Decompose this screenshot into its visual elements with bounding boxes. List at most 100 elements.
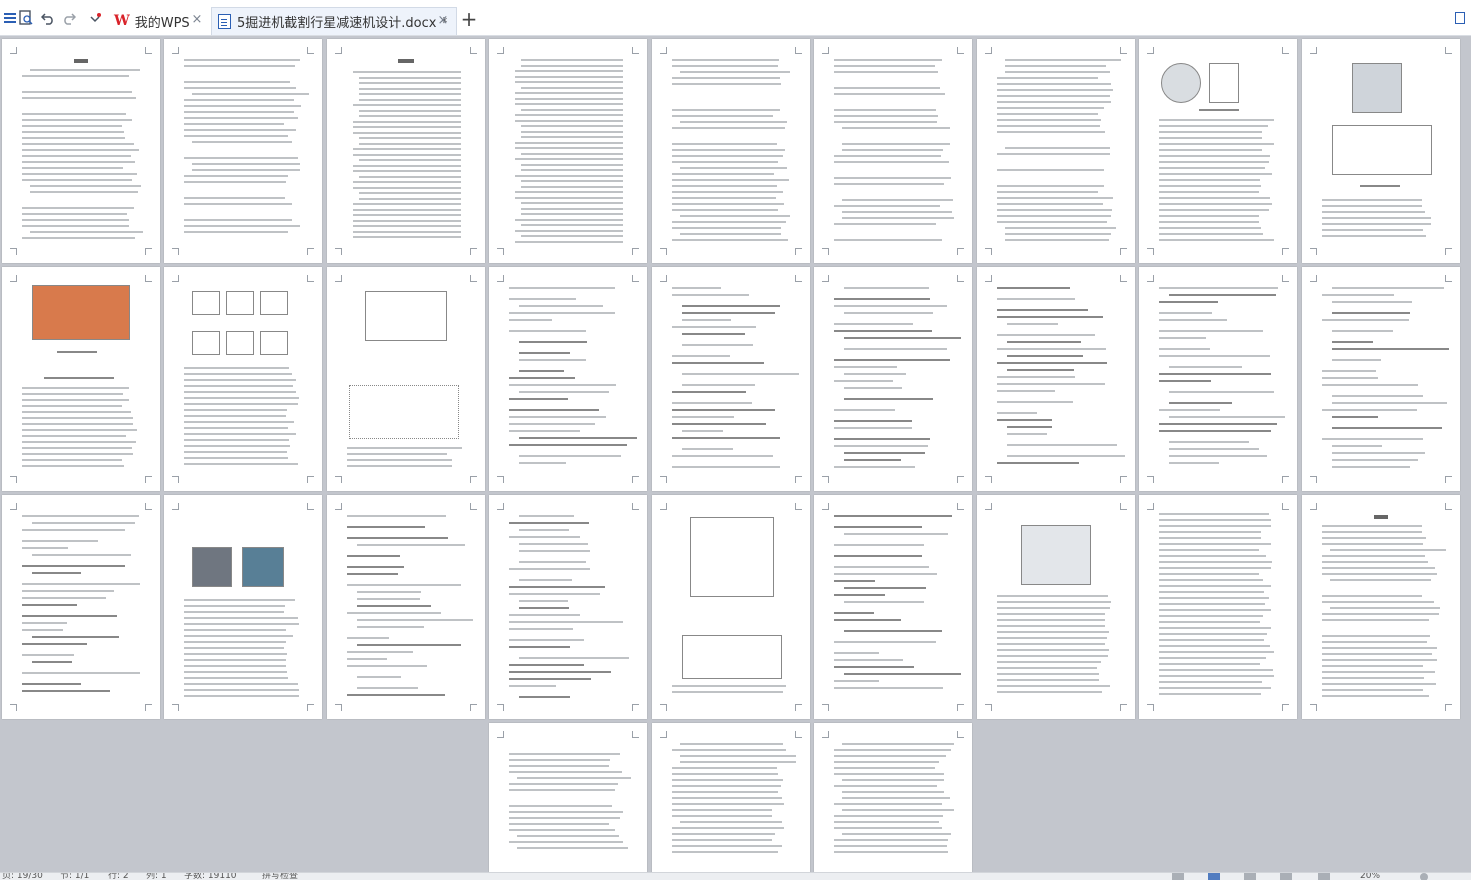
text-line	[834, 438, 930, 440]
page-thumbnail[interactable]	[164, 39, 322, 263]
page-thumbnail[interactable]	[1302, 495, 1460, 719]
page-thumbnail[interactable]	[652, 495, 810, 719]
text-line	[1159, 519, 1271, 521]
page-thumbnail[interactable]	[2, 495, 160, 719]
page-thumbnail[interactable]	[1139, 267, 1297, 491]
page-corner-mark	[632, 248, 639, 255]
text-line	[834, 761, 939, 763]
page-thumbnail[interactable]	[652, 267, 810, 491]
text-line	[1005, 59, 1121, 61]
new-tab-button[interactable]: +	[460, 9, 478, 29]
page-thumbnail-view[interactable]	[0, 36, 1471, 872]
text-line	[997, 197, 1113, 199]
page-thumbnail[interactable]	[814, 39, 972, 263]
outline-view-icon[interactable]	[1244, 873, 1256, 880]
page-thumbnail[interactable]	[652, 723, 810, 872]
page-thumbnail[interactable]	[814, 267, 972, 491]
text-line	[1169, 455, 1267, 457]
page-corner-mark	[957, 731, 964, 738]
text-line	[834, 239, 942, 241]
page-thumbnail[interactable]	[977, 39, 1135, 263]
page-thumbnail[interactable]	[814, 723, 972, 872]
page-thumbnail[interactable]	[164, 495, 322, 719]
text-line	[842, 199, 953, 201]
page-thumbnail[interactable]	[164, 267, 322, 491]
text-line	[184, 231, 288, 233]
text-line	[22, 213, 127, 215]
close-icon[interactable]: ×	[436, 14, 450, 28]
text-line	[842, 149, 943, 151]
page-thumbnail[interactable]	[327, 267, 485, 491]
page-thumbnail[interactable]	[977, 267, 1135, 491]
page-corner-mark	[1445, 47, 1452, 54]
text-line	[1322, 665, 1423, 667]
page-thumbnail[interactable]	[2, 39, 160, 263]
web-view-icon[interactable]	[1280, 873, 1292, 880]
write-mode-icon[interactable]	[1318, 873, 1330, 880]
page-corner-mark	[632, 275, 639, 282]
page-thumbnail[interactable]	[1139, 495, 1297, 719]
text-line	[192, 169, 300, 171]
text-line	[680, 71, 790, 73]
text-line	[184, 367, 289, 369]
tab-my-wps[interactable]: W 我的WPS ×	[110, 7, 210, 35]
page-thumbnail[interactable]	[489, 723, 647, 872]
zoom-slider-handle[interactable]	[1420, 873, 1428, 880]
text-line	[22, 405, 122, 407]
text-line	[682, 319, 731, 321]
page-view-icon[interactable]	[1208, 873, 1220, 880]
page-heading	[1374, 515, 1388, 519]
text-line	[682, 448, 733, 450]
status-spell[interactable]: 拼写检查	[262, 873, 298, 880]
text-line	[509, 377, 575, 379]
page-thumbnail[interactable]	[814, 495, 972, 719]
page-thumbnail[interactable]	[489, 267, 647, 491]
text-line	[834, 555, 922, 557]
window-document-icon[interactable]	[1455, 12, 1465, 24]
page-thumbnail[interactable]	[489, 495, 647, 719]
figure-image	[1021, 525, 1091, 585]
status-words[interactable]: 字数: 19110	[184, 873, 237, 880]
page-thumbnail[interactable]	[2, 267, 160, 491]
zoom-level[interactable]: 20%	[1360, 873, 1380, 880]
text-line	[353, 186, 461, 189]
text-line	[184, 181, 286, 183]
page-thumbnail[interactable]	[327, 495, 485, 719]
page-thumbnail[interactable]	[1302, 267, 1460, 491]
page-thumbnail[interactable]	[327, 39, 485, 263]
text-line	[997, 625, 1105, 627]
text-line	[184, 671, 287, 673]
tab-document[interactable]: 5掘进机截割行星减速机设计.docx * ×	[211, 7, 457, 35]
menu-icon[interactable]	[2, 10, 18, 26]
text-line	[357, 591, 421, 593]
text-line	[1159, 681, 1262, 683]
text-line	[834, 109, 936, 111]
redo-icon[interactable]	[61, 10, 77, 26]
text-line	[834, 687, 943, 689]
page-thumbnail[interactable]	[652, 39, 810, 263]
text-line	[1322, 223, 1431, 225]
page-corner-mark	[795, 503, 802, 510]
close-icon[interactable]: ×	[190, 13, 204, 27]
page-thumbnail[interactable]	[1302, 39, 1460, 263]
page-thumbnail[interactable]	[977, 495, 1135, 719]
status-page[interactable]: 页: 19/30	[2, 873, 43, 880]
page-corner-mark	[470, 476, 477, 483]
undo-icon[interactable]	[40, 10, 56, 26]
text-line	[521, 213, 623, 215]
text-line	[672, 239, 788, 241]
print-preview-icon[interactable]	[18, 10, 34, 26]
page-thumbnail[interactable]	[489, 39, 647, 263]
text-line	[1159, 639, 1264, 641]
figure-image	[32, 285, 130, 340]
text-line	[22, 149, 139, 151]
text-line	[353, 104, 461, 106]
text-line	[30, 191, 138, 193]
page-thumbnail[interactable]	[1139, 39, 1297, 263]
text-line	[1322, 205, 1422, 207]
reading-mode-icon[interactable]	[1172, 873, 1184, 880]
page-corner-mark	[1445, 248, 1452, 255]
text-line	[834, 773, 944, 775]
more-icon[interactable]	[88, 10, 104, 26]
page-corner-mark	[307, 248, 314, 255]
